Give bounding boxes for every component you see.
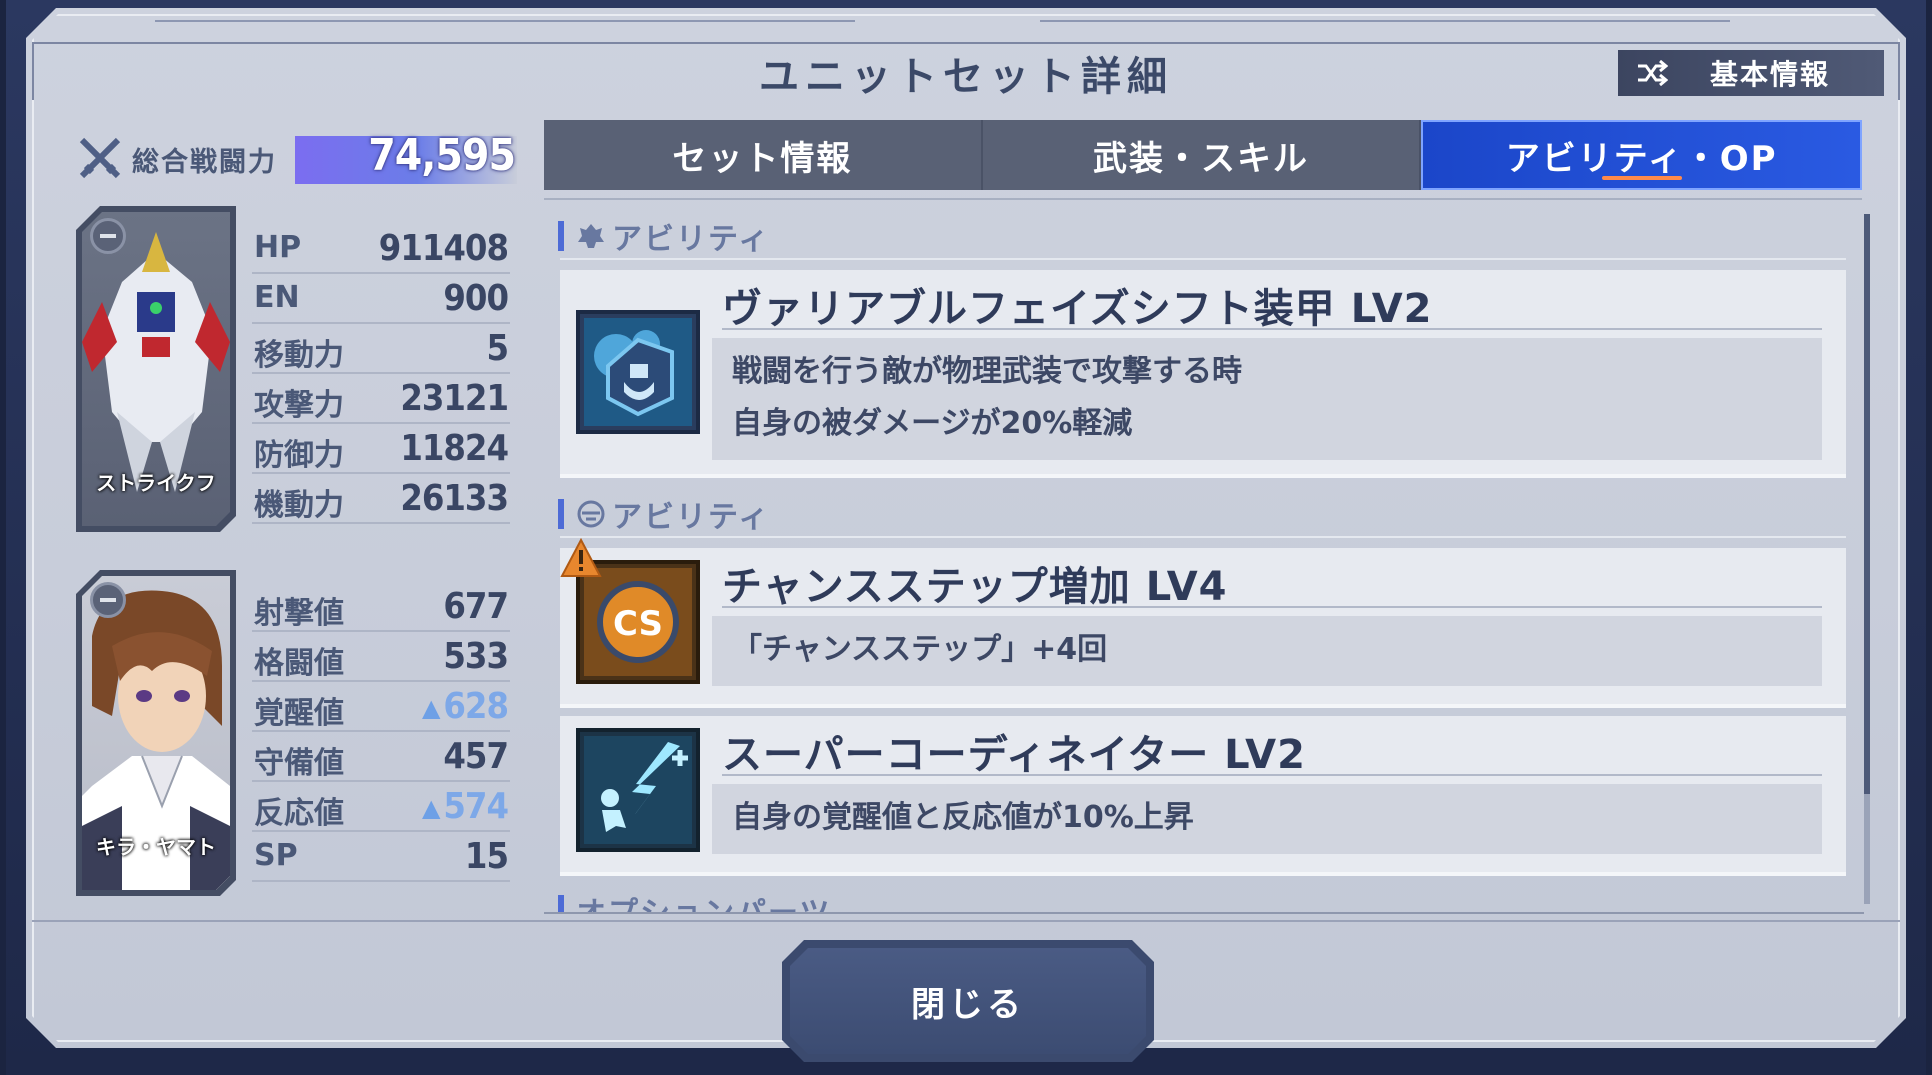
basic-info-button[interactable]: 基本情報 <box>1618 50 1884 96</box>
ability-name: スーパーコーディネイター LV2 <box>722 732 1306 778</box>
ability-rule <box>722 328 1822 330</box>
ability-name: ヴァリアブルフェイズシフト装甲 LV2 <box>722 286 1433 332</box>
tab-abilities-op[interactable]: アビリティ・OP <box>1421 120 1863 190</box>
top-decor-line <box>1040 20 1730 22</box>
stat-label: 攻撃力 <box>254 388 344 423</box>
ability-description: 戦闘を行う敵が物理武装で攻撃する時 自身の被ダメージが20%軽減 <box>712 338 1822 460</box>
lightning-figure-icon <box>576 728 700 852</box>
pilot-name: キラ・ヤマト <box>96 835 216 859</box>
ability-description: 「チャンスステップ」+4回 <box>712 616 1822 686</box>
boost-arrow-icon: ▲ <box>422 794 441 822</box>
remove-unit-icon[interactable] <box>90 218 126 254</box>
svg-text:CS: CS <box>613 604 663 644</box>
stat-label: 覚醒値 <box>254 696 344 731</box>
top-decor-line <box>155 20 855 22</box>
stat-row: 防御力 11824 <box>252 426 510 474</box>
stat-value: 628 <box>443 686 509 727</box>
ability-rule <box>722 606 1822 608</box>
ability-rule <box>722 774 1822 776</box>
crossed-swords-icon <box>79 137 121 179</box>
stat-label: EN <box>254 280 300 315</box>
ability-card[interactable]: CS チャンスステップ増加 LV4 「チャンスステップ」+4回 <box>560 538 1846 708</box>
ability-card[interactable]: スーパーコーディネイター LV2 自身の覚醒値と反応値が10%上昇 <box>560 716 1846 876</box>
scrollbar-thumb[interactable] <box>1864 214 1870 794</box>
remove-pilot-icon[interactable] <box>90 582 126 618</box>
stat-value: 26133 <box>400 478 509 519</box>
list-bottom-edge <box>544 912 1864 914</box>
power-label: 総合戦闘力 <box>132 147 277 178</box>
tab-bar: セット情報 武装・スキル アビリティ・OP <box>544 120 1863 190</box>
stat-row: 攻撃力 23121 <box>252 376 510 424</box>
stat-row: 移動力 5 <box>252 326 510 374</box>
stat-value: 900 <box>443 278 509 319</box>
stat-label: 格闘値 <box>254 646 344 681</box>
ability-desc-line: 「チャンスステップ」+4回 <box>732 632 1108 667</box>
stat-value: 15 <box>464 836 509 877</box>
stat-label: SP <box>254 838 298 873</box>
stat-label: HP <box>254 230 302 265</box>
ability-desc-line: 戦闘を行う敵が物理武装で攻撃する時 <box>732 354 1242 389</box>
stat-label: 移動力 <box>254 338 344 373</box>
stat-row: EN 900 <box>252 276 510 324</box>
helmet-icon <box>577 500 605 528</box>
unit-card[interactable]: ストライクフ <box>76 206 236 532</box>
close-button[interactable]: 閉じる <box>782 940 1154 1062</box>
power-value: 74,595 <box>368 130 516 181</box>
boost-arrow-icon: ▲ <box>422 694 441 722</box>
stat-value: 911408 <box>378 228 509 269</box>
basic-info-label: 基本情報 <box>1710 58 1831 91</box>
stat-row: HP 911408 <box>252 226 510 274</box>
stat-label: 防御力 <box>254 438 344 473</box>
section-option-parts: オプションパーツ <box>558 888 831 914</box>
warning-badge-icon <box>560 538 602 577</box>
ability-card[interactable]: ヴァリアブルフェイズシフト装甲 LV2 戦闘を行う敵が物理武装で攻撃する時 自身… <box>560 270 1846 478</box>
stat-row: 格闘値 533 <box>252 634 510 682</box>
section-bar <box>558 499 564 529</box>
stat-value: 533 <box>443 636 509 677</box>
mech-icon <box>578 224 604 248</box>
stat-label: 射撃値 <box>254 596 344 631</box>
stat-row: 覚醒値 ▲ 628 <box>252 684 510 732</box>
stat-value: 574 <box>443 786 509 827</box>
stat-label: 守備値 <box>254 746 344 781</box>
stat-row: 機動力 26133 <box>252 476 510 524</box>
ability-desc-line: 自身の被ダメージが20%軽減 <box>732 406 1133 441</box>
stat-value: 11824 <box>400 428 509 469</box>
stat-label: 機動力 <box>254 488 344 523</box>
stat-value: 23121 <box>400 378 509 419</box>
stat-row: SP 15 <box>252 834 510 882</box>
stat-row: 守備値 457 <box>252 734 510 782</box>
stat-row: 反応値 ▲ 574 <box>252 784 510 832</box>
tabs-underline <box>544 198 1862 200</box>
stat-value: 677 <box>443 586 509 627</box>
stat-value: 5 <box>486 328 509 369</box>
tab-weapons-skills[interactable]: 武装・スキル <box>983 120 1422 190</box>
unit-name: ストライクフ <box>96 471 216 495</box>
section-title: アビリティ <box>612 500 771 535</box>
shuffle-icon <box>1638 60 1668 86</box>
section-bar <box>558 221 564 251</box>
section-title: アビリティ <box>612 222 771 257</box>
section-pilot-ability: アビリティ <box>558 492 770 536</box>
close-button-label: 閉じる <box>790 948 1146 1054</box>
tab-set-info[interactable]: セット情報 <box>544 120 983 190</box>
section-rule <box>560 258 1846 260</box>
armor-shield-icon <box>576 310 700 434</box>
pilot-card[interactable]: キラ・ヤマト <box>76 570 236 896</box>
cs-icon: CS <box>576 560 700 684</box>
ability-name: チャンスステップ増加 LV4 <box>722 564 1228 610</box>
footer-rule <box>32 920 1900 922</box>
stat-label: 反応値 <box>254 796 344 831</box>
stat-value: 457 <box>443 736 509 777</box>
section-unit-ability: アビリティ <box>558 214 770 258</box>
ability-desc-line: 自身の覚醒値と反応値が10%上昇 <box>732 800 1194 835</box>
section-option-parts-clip: オプションパーツ <box>544 884 1864 914</box>
stat-row: 射撃値 677 <box>252 584 510 632</box>
section-title: オプションパーツ <box>576 896 832 914</box>
section-rule <box>560 536 1846 538</box>
ability-description: 自身の覚醒値と反応値が10%上昇 <box>712 784 1822 854</box>
